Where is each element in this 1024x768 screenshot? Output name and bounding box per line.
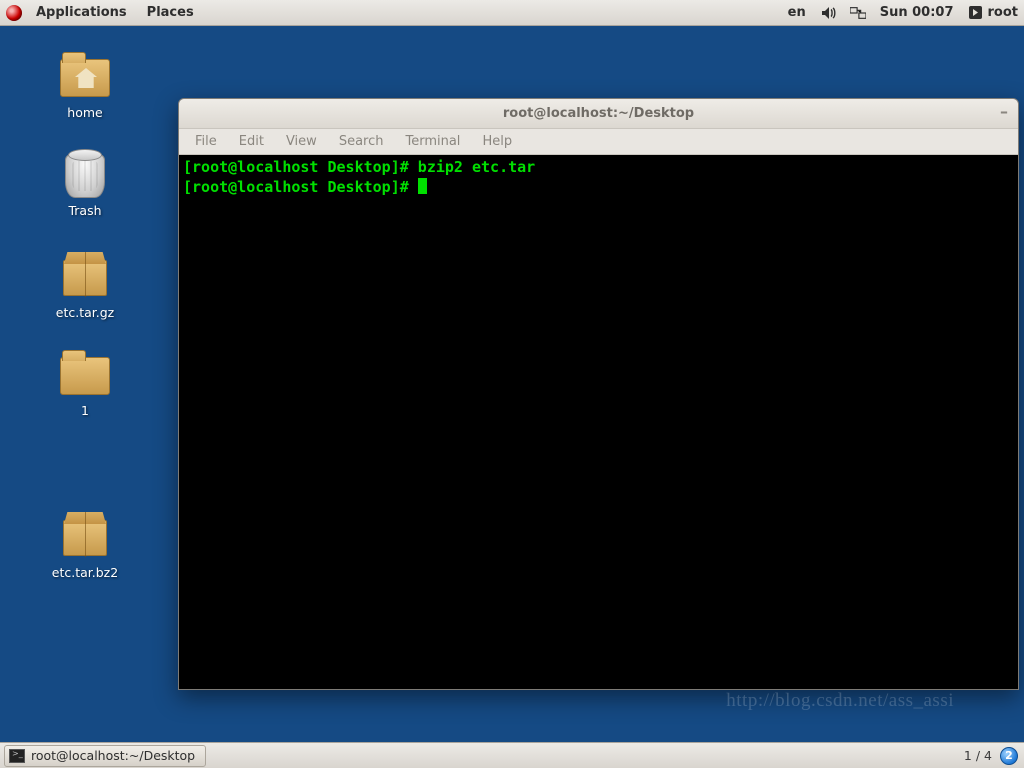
distro-logo-icon[interactable] — [6, 5, 22, 21]
window-titlebar[interactable]: root@localhost:~/Desktop – — [179, 99, 1018, 129]
clock[interactable]: Sun 00:07 — [880, 5, 954, 20]
watermark-text: http://blog.csdn.net/ass_assi — [726, 690, 954, 712]
desktop-icon-label: etc.tar.gz — [52, 304, 118, 321]
window-menubar: File Edit View Search Terminal Help — [179, 129, 1018, 155]
desktop-icon-etc-tar-bz2[interactable]: etc.tar.bz2 — [20, 514, 150, 581]
network-icon[interactable] — [850, 5, 866, 21]
taskbar-terminal-button[interactable]: root@localhost:~/Desktop — [4, 745, 206, 767]
menu-file[interactable]: File — [185, 131, 227, 152]
top-panel: Applications Places en Sun 00:07 root — [0, 0, 1024, 26]
desktop-icon-label: etc.tar.bz2 — [48, 564, 122, 581]
package-icon — [58, 254, 112, 302]
workspace-indicator[interactable]: 1 / 4 — [964, 748, 992, 763]
volume-icon[interactable] — [820, 5, 836, 21]
home-folder-icon — [58, 54, 112, 102]
top-panel-right: en Sun 00:07 root — [788, 5, 1018, 21]
terminal-cursor — [418, 178, 427, 194]
menu-help[interactable]: Help — [472, 131, 522, 152]
menu-view[interactable]: View — [276, 131, 327, 152]
window-minimize-button[interactable]: – — [1000, 107, 1008, 117]
terminal-icon — [9, 749, 25, 763]
bottom-panel: root@localhost:~/Desktop 1 / 4 2 — [0, 742, 1024, 768]
desktop-icon-home[interactable]: home — [20, 54, 150, 121]
desktop-icon-label: home — [63, 104, 106, 121]
menu-edit[interactable]: Edit — [229, 131, 274, 152]
desktop-icon-folder-1[interactable]: 1 — [20, 352, 150, 419]
terminal-window[interactable]: root@localhost:~/Desktop – File Edit Vie… — [178, 98, 1019, 690]
desktop-icon-label: Trash — [64, 202, 105, 219]
desktop-icon-label: 1 — [77, 402, 93, 419]
taskbar-button-label: root@localhost:~/Desktop — [31, 748, 195, 763]
folder-icon — [58, 352, 112, 400]
applications-menu[interactable]: Applications — [28, 5, 135, 20]
package-icon — [58, 514, 112, 562]
desktop[interactable]: home Trash etc.tar.gz 1 etc.tar.bz2 root… — [0, 26, 1024, 742]
workspace-badge-icon[interactable]: 2 — [1000, 747, 1018, 765]
input-language-indicator[interactable]: en — [788, 5, 806, 20]
desktop-icon-etc-tar-gz[interactable]: etc.tar.gz — [20, 254, 150, 321]
user-menu[interactable]: root — [968, 5, 1019, 21]
trash-icon — [58, 152, 112, 200]
user-exit-icon — [968, 5, 984, 21]
terminal-line: [root@localhost Desktop]# bzip2 etc.tar — [183, 158, 1014, 178]
top-panel-left: Applications Places — [6, 5, 202, 21]
menu-terminal[interactable]: Terminal — [395, 131, 470, 152]
user-name: root — [988, 5, 1019, 20]
window-title: root@localhost:~/Desktop — [503, 106, 694, 121]
terminal-line: [root@localhost Desktop]# — [183, 178, 1014, 198]
terminal-body[interactable]: [root@localhost Desktop]# bzip2 etc.tar[… — [179, 155, 1018, 689]
desktop-icon-trash[interactable]: Trash — [20, 152, 150, 219]
places-menu[interactable]: Places — [139, 5, 202, 20]
menu-search[interactable]: Search — [329, 131, 394, 152]
